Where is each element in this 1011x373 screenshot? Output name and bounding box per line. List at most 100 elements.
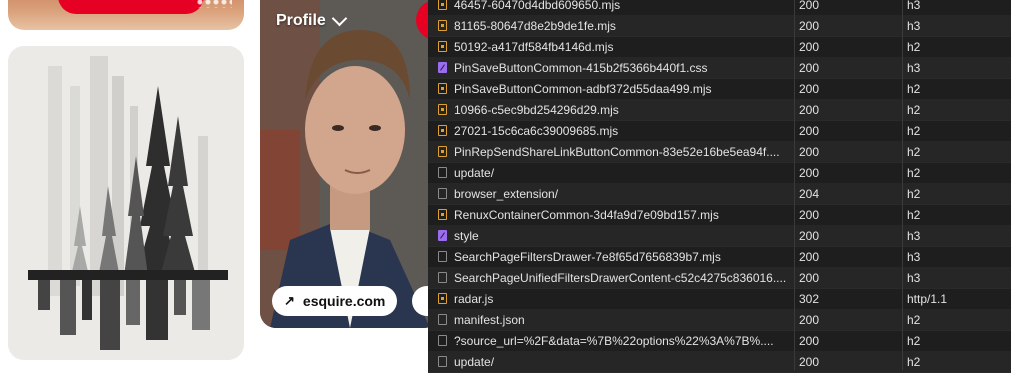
script-file-icon xyxy=(438,20,447,31)
document-file-icon xyxy=(438,251,447,262)
request-name: ?source_url=%2F&data=%7B%22options%22%3A… xyxy=(454,334,774,348)
arrow-up-right-icon: ↗ xyxy=(284,293,295,308)
request-name: SearchPageUnifiedFiltersDrawerContent-c5… xyxy=(454,271,787,285)
document-file-icon xyxy=(438,335,447,346)
column-divider[interactable] xyxy=(794,0,795,370)
request-status: 200 xyxy=(799,103,820,117)
script-file-icon xyxy=(438,293,447,304)
network-request-row[interactable]: manifest.json 200 h2 xyxy=(428,309,1011,331)
request-status: 200 xyxy=(799,40,820,54)
network-request-row[interactable]: ?source_url=%2F&data=%7B%22options%22%3A… xyxy=(428,330,1011,352)
request-status: 200 xyxy=(799,166,820,180)
request-name: radar.js xyxy=(454,292,494,306)
request-name: 46457-60470d4dbd609650.mjs xyxy=(454,0,621,12)
request-name: PinSaveButtonCommon-adbf372d55daa499.mjs xyxy=(454,82,712,96)
request-protocol: h2 xyxy=(907,187,921,201)
request-status: 200 xyxy=(799,271,820,285)
request-name: RenuxContainerCommon-3d4fa9d7e09bd157.mj… xyxy=(454,208,719,222)
stylesheet-file-icon xyxy=(438,230,447,241)
request-protocol: h3 xyxy=(907,250,921,264)
request-protocol: h2 xyxy=(907,40,921,54)
stylesheet-file-icon xyxy=(438,62,447,73)
script-file-icon xyxy=(438,125,447,136)
network-request-row[interactable]: radar.js 302 http/1.1 xyxy=(428,288,1011,310)
chevron-down-icon xyxy=(331,10,348,27)
column-divider[interactable] xyxy=(902,0,903,370)
network-request-row[interactable]: 46457-60470d4dbd609650.mjs 200 h3 xyxy=(428,0,1011,16)
request-protocol: h2 xyxy=(907,334,921,348)
source-link-label: esquire.com xyxy=(302,293,386,309)
script-file-icon xyxy=(438,146,447,157)
script-file-icon xyxy=(438,209,447,220)
request-status: 200 xyxy=(799,229,820,243)
pin-image-detail xyxy=(196,0,232,8)
request-name: 81165-80647d8e2b9de1fe.mjs xyxy=(454,19,616,33)
network-request-row[interactable]: 81165-80647d8e2b9de1fe.mjs 200 h3 xyxy=(428,15,1011,37)
request-name: 10966-c5ec9bd254296d29.mjs xyxy=(454,103,619,117)
script-file-icon xyxy=(438,41,447,52)
request-status: 302 xyxy=(799,292,820,306)
request-protocol: h2 xyxy=(907,355,921,369)
request-status: 200 xyxy=(799,61,820,75)
network-request-row[interactable]: SearchPageFiltersDrawer-7e8f65d7656839b7… xyxy=(428,246,1011,268)
request-status: 200 xyxy=(799,0,820,12)
request-name: style xyxy=(454,229,479,243)
request-protocol: h2 xyxy=(907,208,921,222)
request-status: 200 xyxy=(799,145,820,159)
script-file-icon xyxy=(438,83,447,94)
network-request-row[interactable]: PinRepSendShareLinkButtonCommon-83e52e16… xyxy=(428,141,1011,163)
request-status: 200 xyxy=(799,208,820,222)
request-status: 200 xyxy=(799,250,820,264)
request-protocol: http/1.1 xyxy=(907,292,948,306)
request-status: 200 xyxy=(799,334,820,348)
network-request-row[interactable]: 50192-a417df584fb4146d.mjs 200 h2 xyxy=(428,36,1011,58)
pin-card-tree-painting[interactable] xyxy=(8,46,244,360)
request-name: 50192-a417df584fb4146d.mjs xyxy=(454,40,614,54)
request-name: PinRepSendShareLinkButtonCommon-83e52e16… xyxy=(454,145,780,159)
save-button[interactable] xyxy=(58,0,204,14)
network-request-row[interactable]: update/200 h2 xyxy=(428,162,1011,184)
source-link-chip[interactable]: ↗ esquire.com xyxy=(272,286,398,316)
request-status: 200 xyxy=(799,355,820,369)
document-file-icon xyxy=(438,314,447,325)
network-request-row[interactable]: style 200 h3 xyxy=(428,225,1011,247)
document-file-icon xyxy=(438,356,447,367)
script-file-icon xyxy=(438,104,447,115)
document-file-icon xyxy=(438,272,447,283)
request-protocol: h3 xyxy=(907,61,921,75)
request-name: 27021-15c6ca6c39009685.mjs xyxy=(454,124,619,138)
network-request-row[interactable]: SearchPageUnifiedFiltersDrawerContent-c5… xyxy=(428,267,1011,289)
request-name: manifest.json xyxy=(454,313,525,327)
request-status: 200 xyxy=(799,19,820,33)
request-protocol: h3 xyxy=(907,0,921,12)
tree-painting-image xyxy=(8,46,244,360)
network-request-row[interactable]: RenuxContainerCommon-3d4fa9d7e09bd157.mj… xyxy=(428,204,1011,226)
profile-dropdown[interactable]: Profile xyxy=(276,10,348,30)
request-protocol: h2 xyxy=(907,82,921,96)
request-name: update/ xyxy=(454,166,495,180)
script-file-icon xyxy=(438,0,447,10)
request-protocol: h3 xyxy=(907,271,921,285)
request-status: 200 xyxy=(799,124,820,138)
request-name: browser_extension/ xyxy=(454,187,559,201)
person-photo-image xyxy=(260,0,440,328)
request-name: PinSaveButtonCommon-415b2f5366b440f1.css xyxy=(454,61,708,75)
pin-card-top[interactable] xyxy=(8,0,244,30)
profile-label: Profile xyxy=(276,12,326,29)
request-protocol: h2 xyxy=(907,124,921,138)
request-protocol: h2 xyxy=(907,166,921,180)
request-protocol: h3 xyxy=(907,229,921,243)
request-status: 204 xyxy=(799,187,820,201)
document-file-icon xyxy=(438,167,447,178)
network-request-row[interactable]: PinSaveButtonCommon-adbf372d55daa499.mjs… xyxy=(428,78,1011,100)
network-request-row[interactable]: browser_extension/204 h2 xyxy=(428,183,1011,205)
request-status: 200 xyxy=(799,82,820,96)
request-protocol: h2 xyxy=(907,103,921,117)
network-request-row[interactable]: 10966-c5ec9bd254296d29.mjs 200 h2 xyxy=(428,99,1011,121)
network-request-row[interactable]: 27021-15c6ca6c39009685.mjs 200 h2 xyxy=(428,120,1011,142)
network-request-row[interactable]: PinSaveButtonCommon-415b2f5366b440f1.css… xyxy=(428,57,1011,79)
request-status: 200 xyxy=(799,313,820,327)
pin-card-person[interactable]: Profile ↗ esquire.com xyxy=(260,0,440,328)
request-protocol: h3 xyxy=(907,19,921,33)
request-name: SearchPageFiltersDrawer-7e8f65d7656839b7… xyxy=(454,250,721,264)
